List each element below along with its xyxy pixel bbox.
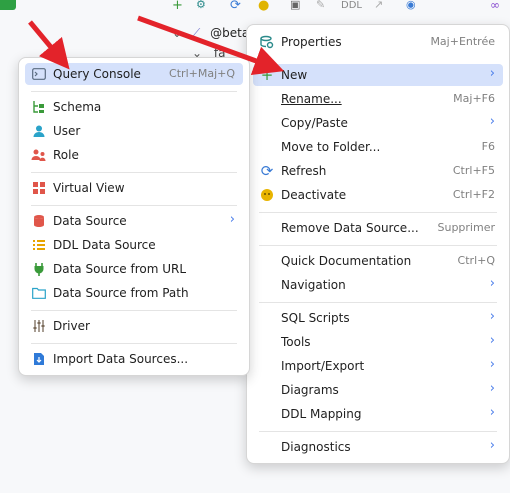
arrow-to-new: [137, 15, 285, 75]
annotation-arrow-query-console: [28, 15, 285, 75]
arrow-to-query-console: [28, 20, 70, 70]
